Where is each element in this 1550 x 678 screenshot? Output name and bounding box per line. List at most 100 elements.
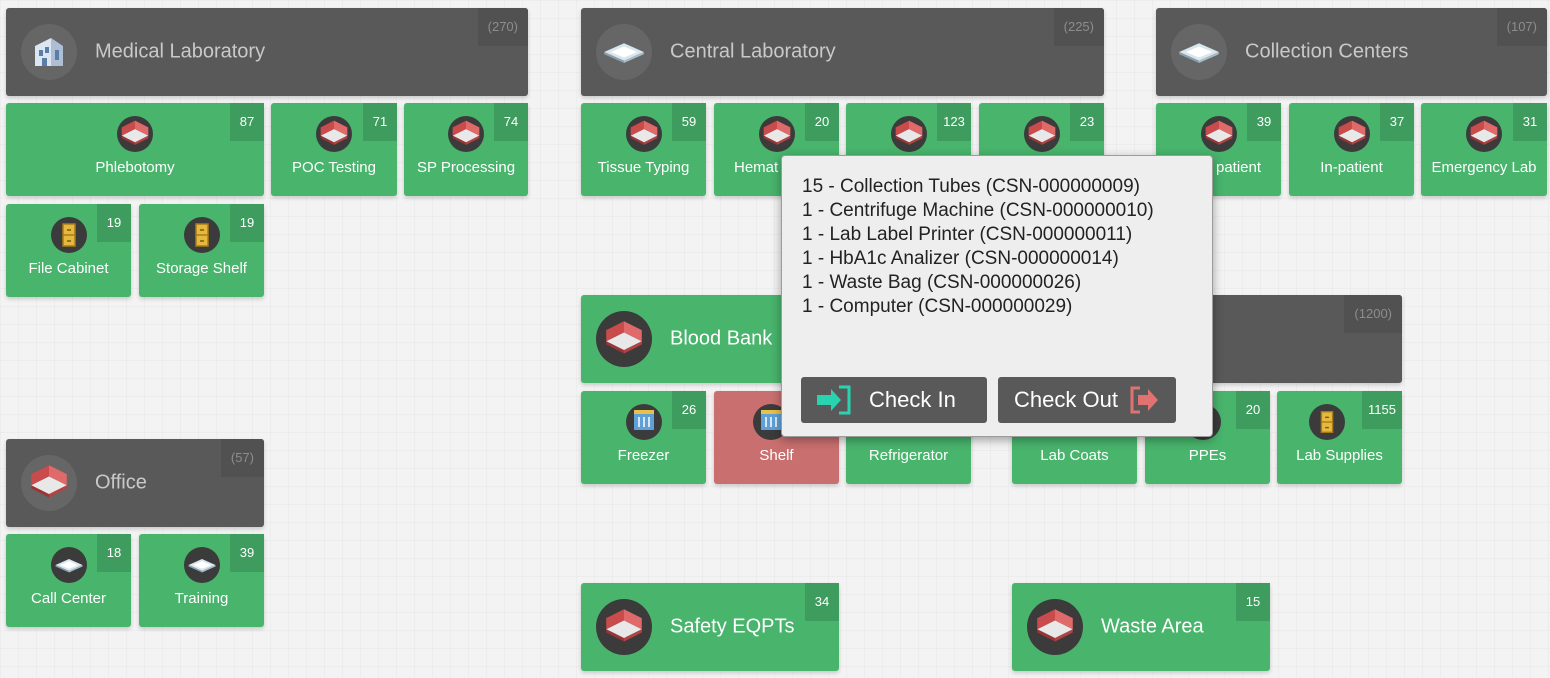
tile-count: 39 bbox=[230, 534, 264, 572]
tile-count: 59 bbox=[672, 103, 706, 141]
check-in-label: Check In bbox=[869, 387, 956, 412]
tile-count: 39 bbox=[1247, 103, 1281, 141]
check-out-label: Check Out bbox=[1014, 387, 1118, 412]
tile-count: 18 bbox=[97, 534, 131, 572]
tile-name: Refrigerator bbox=[868, 447, 949, 464]
tile-name: Waste Area bbox=[1101, 615, 1204, 638]
tile-freezer[interactable]: 26 Freezer bbox=[581, 391, 706, 484]
room-icon bbox=[758, 116, 795, 152]
tile-name: Storage Shelf bbox=[156, 260, 247, 277]
inventory-item: 15 - Collection Tubes (CSN-000000009) bbox=[802, 176, 1140, 197]
room-icon bbox=[596, 599, 652, 655]
room-icon bbox=[890, 116, 927, 152]
tile-waste-area[interactable]: Waste Area 15 bbox=[1012, 583, 1270, 671]
group-header-medical-laboratory[interactable]: Medical Laboratory (270) bbox=[6, 8, 528, 96]
check-in-button[interactable]: Check In bbox=[801, 377, 987, 423]
tile-emergency-lab[interactable]: 31 Emergency Lab bbox=[1421, 103, 1547, 196]
group-header-central-laboratory[interactable]: Central Laboratory (225) bbox=[581, 8, 1104, 96]
inventory-item: 1 - Centrifuge Machine (CSN-000000010) bbox=[802, 200, 1154, 221]
tile-file-cabinet[interactable]: 19 File Cabinet bbox=[6, 204, 131, 297]
group-name: Central Laboratory bbox=[670, 40, 836, 63]
group-header-office[interactable]: Office (57) bbox=[6, 439, 264, 527]
tile-name: Call Center bbox=[30, 590, 107, 607]
check-out-icon bbox=[1130, 386, 1158, 414]
building-icon bbox=[21, 24, 77, 80]
check-out-button[interactable]: Check Out bbox=[998, 377, 1176, 423]
tile-name: Emergency Lab bbox=[1431, 159, 1537, 176]
plate-icon bbox=[596, 24, 652, 80]
tile-name: Phlebotomy bbox=[95, 159, 175, 176]
tile-name: POC Testing bbox=[292, 159, 376, 176]
room-icon bbox=[596, 311, 652, 367]
group-count: (270) bbox=[477, 8, 528, 46]
tile-count: 19 bbox=[97, 204, 131, 242]
tile-count: 31 bbox=[1513, 103, 1547, 141]
tile-count: 20 bbox=[1236, 391, 1270, 429]
tile-poc-testing[interactable]: 71 POC Testing bbox=[271, 103, 397, 196]
tile-name: SP Processing bbox=[416, 159, 516, 176]
freezer-icon bbox=[625, 404, 662, 440]
tile-name: Lab Coats bbox=[1040, 447, 1109, 464]
tile-count: 15 bbox=[1236, 583, 1270, 621]
tile-name: Lab Supplies bbox=[1296, 447, 1383, 464]
tile-count: 26 bbox=[672, 391, 706, 429]
room-icon bbox=[625, 116, 662, 152]
group-name: Collection Centers bbox=[1245, 40, 1409, 63]
tile-name: Shelf bbox=[759, 447, 794, 464]
tile-tissue-typing[interactable]: 59 Tissue Typing bbox=[581, 103, 706, 196]
room-icon bbox=[316, 116, 352, 152]
room-icon bbox=[1027, 599, 1083, 655]
room-icon bbox=[448, 116, 484, 152]
tile-sp-processing[interactable]: 74 SP Processing bbox=[404, 103, 528, 196]
cabinet-icon bbox=[183, 217, 220, 253]
tile-name: Tissue Typing bbox=[597, 159, 690, 176]
tile-name: Training bbox=[174, 590, 229, 607]
tile-storage-shelf[interactable]: 19 Storage Shelf bbox=[139, 204, 264, 297]
tile-count: 71 bbox=[363, 103, 397, 141]
tile-count: 123 bbox=[937, 103, 971, 141]
tile-name: Freezer bbox=[617, 447, 670, 464]
tile-name: Hemat bbox=[734, 159, 779, 176]
room-icon bbox=[1333, 116, 1370, 152]
group-count: (107) bbox=[1496, 8, 1547, 46]
inventory-item: 1 - Waste Bag (CSN-000000026) bbox=[802, 272, 1082, 293]
room-icon bbox=[21, 455, 77, 511]
group-count: (57) bbox=[220, 439, 264, 477]
tile-count: 34 bbox=[805, 583, 839, 621]
tile-safety-eqpts[interactable]: Safety EQPTs 34 bbox=[581, 583, 839, 671]
inventory-item: 1 - Computer (CSN-000000029) bbox=[802, 296, 1073, 317]
tile-training[interactable]: 39 Training bbox=[139, 534, 264, 627]
group-name: Office bbox=[95, 471, 147, 494]
room-icon bbox=[1200, 116, 1237, 152]
group-count: (1200) bbox=[1344, 295, 1402, 333]
cabinet-icon bbox=[50, 217, 87, 253]
room-icon bbox=[1466, 116, 1502, 152]
group-name: Medical Laboratory bbox=[95, 40, 266, 63]
check-in-icon bbox=[817, 385, 851, 415]
inventory-item: 1 - HbA1c Analizer (CSN-000000014) bbox=[802, 248, 1119, 269]
tile-name: PPEs bbox=[1188, 447, 1227, 464]
inventory-item: 1 - Lab Label Printer (CSN-000000011) bbox=[802, 224, 1133, 245]
tile-count: 87 bbox=[230, 103, 264, 141]
tile-name: File Cabinet bbox=[28, 260, 109, 277]
tile-name: patient bbox=[1216, 159, 1262, 176]
tile-in-patient[interactable]: 37 In-patient bbox=[1289, 103, 1414, 196]
room-icon bbox=[1023, 116, 1060, 152]
tile-count: 23 bbox=[1070, 103, 1104, 141]
room-icon bbox=[117, 116, 153, 152]
tile-phlebotomy[interactable]: 87 Phlebotomy bbox=[6, 103, 264, 196]
tile-count: 74 bbox=[494, 103, 528, 141]
tile-count: 37 bbox=[1380, 103, 1414, 141]
plate-icon bbox=[50, 547, 87, 583]
tile-count: 19 bbox=[230, 204, 264, 242]
tile-name: In-patient bbox=[1320, 159, 1383, 176]
tile-call-center[interactable]: 18 Call Center bbox=[6, 534, 131, 627]
inventory-list: 15 - Collection Tubes (CSN-000000009) 1 … bbox=[802, 175, 1154, 319]
group-count: (225) bbox=[1053, 8, 1104, 46]
tile-lab-supplies[interactable]: 1155 Lab Supplies bbox=[1277, 391, 1402, 484]
group-header-collection-centers[interactable]: Collection Centers (107) bbox=[1156, 8, 1547, 96]
tile-name: Safety EQPTs bbox=[670, 615, 795, 638]
group-name: Blood Bank bbox=[670, 327, 773, 350]
tile-count: 1155 bbox=[1362, 391, 1402, 429]
plate-icon bbox=[1171, 24, 1227, 80]
